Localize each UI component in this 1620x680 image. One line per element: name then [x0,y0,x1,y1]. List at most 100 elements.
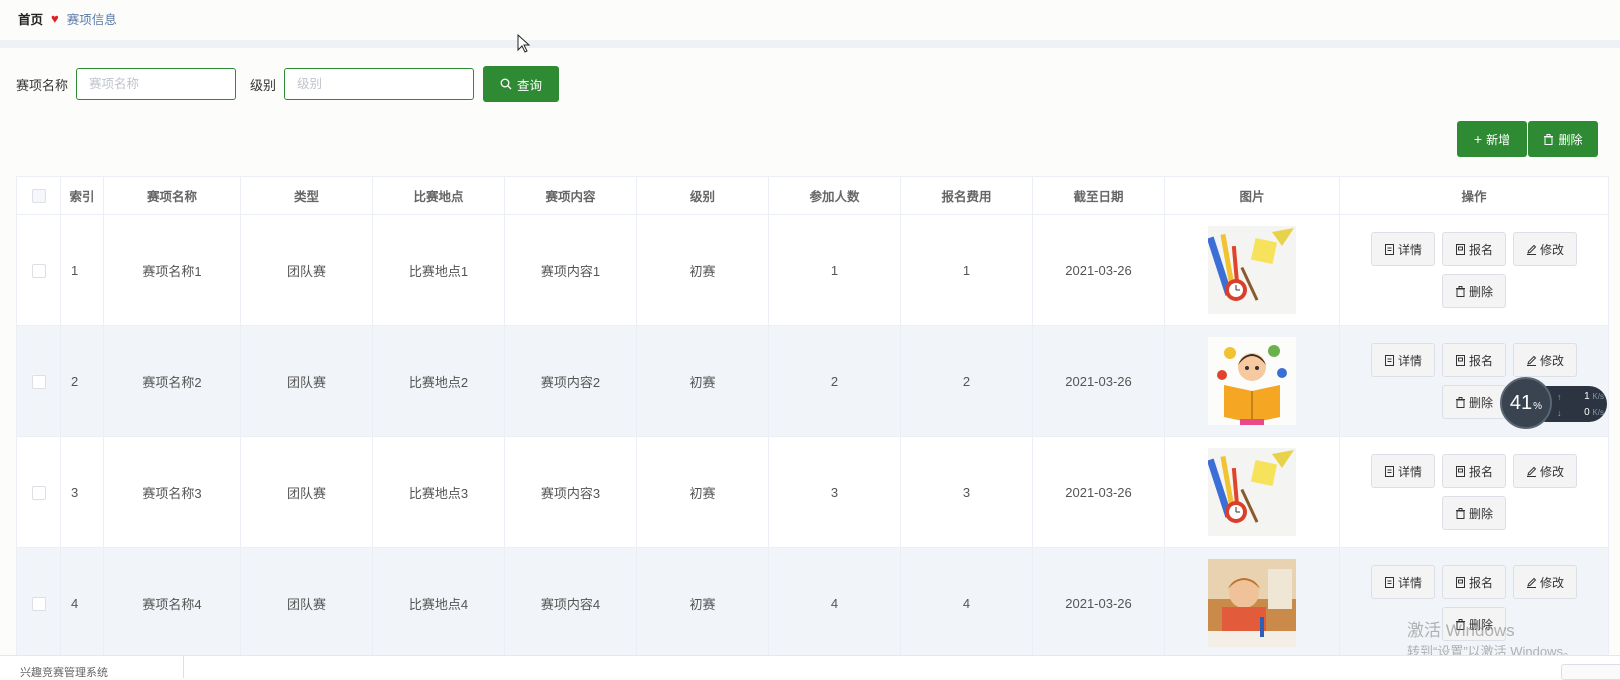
row-delete-button[interactable]: 删除 [1442,385,1506,419]
form-icon [1455,243,1465,255]
cell-participants: 2 [768,325,901,437]
search-icon [500,78,512,90]
cell-actions: 详情 报名 修改删除 [1339,214,1609,326]
document-icon [1384,576,1394,588]
row-delete-button[interactable]: 删除 [1442,496,1506,530]
query-button[interactable]: 查询 [483,66,560,102]
signup-button[interactable]: 报名 [1442,565,1506,599]
upload-speed: 1 K/s [1584,391,1604,402]
edit-button-label: 修改 [1539,575,1564,590]
row-select-cell [16,214,61,326]
trash-icon [1544,133,1554,145]
edit-button[interactable]: 修改 [1513,343,1577,377]
level-search-input[interactable] [284,68,475,100]
query-button-label: 查询 [517,78,543,93]
cell-location: 比赛地点3 [372,436,505,548]
cell-name: 赛项名称1 [103,214,241,326]
heart-icon: ♥ [51,10,59,26]
cell-index: 3 [60,436,104,548]
taskbar-item[interactable]: 兴趣竞赛管理系统 [20,664,108,680]
download-speed: 0 K/s [1584,407,1604,418]
row-delete-button[interactable]: 删除 [1442,274,1506,308]
edit-icon [1526,244,1537,255]
signup-button[interactable]: 报名 [1442,232,1506,266]
cell-content: 赛项内容4 [504,547,637,659]
row-delete-button-label: 删除 [1468,395,1493,410]
windows-activation-watermark: 激活 Windows 转到“设置”以激活 Windows。 [1407,620,1576,660]
cell-type: 团队赛 [240,436,373,548]
cell-type: 团队赛 [240,325,373,437]
row-action-group: 详情 报名 修改删除 [1369,232,1579,308]
plus-icon: + [1473,131,1483,147]
header-divider [0,40,1620,48]
edit-button-label: 修改 [1539,353,1564,368]
cell-level: 初赛 [636,547,769,659]
row-delete-button-label: 删除 [1468,506,1493,521]
form-icon [1455,354,1465,366]
cell-participants: 4 [768,547,901,659]
edit-button[interactable]: 修改 [1513,454,1577,488]
edit-icon [1526,466,1537,477]
header-type: 类型 [240,176,373,215]
cell-fee: 4 [900,547,1033,659]
select-all-checkbox[interactable] [31,188,46,203]
cell-index: 1 [60,214,104,326]
header-location: 比赛地点 [372,176,505,215]
trash-icon [1455,396,1465,408]
row-select-cell [16,325,61,437]
breadcrumb: 首页 ♥ 赛项信息 [18,8,117,28]
edit-button[interactable]: 修改 [1513,232,1577,266]
edit-button-label: 修改 [1539,242,1564,257]
cell-location: 比赛地点2 [372,325,505,437]
breadcrumb-home[interactable]: 首页 [18,9,43,28]
detail-button[interactable]: 详情 [1371,565,1435,599]
row-checkbox[interactable] [31,263,46,278]
cell-content: 赛项内容1 [504,214,637,326]
cell-location: 比赛地点4 [372,547,505,659]
header-name: 赛项名称 [103,176,241,215]
trash-icon [1455,285,1465,297]
row-checkbox[interactable] [31,596,46,611]
student-classroom-photo-image [1208,559,1296,647]
cell-name: 赛项名称2 [103,325,241,437]
batch-delete-button-label: 删除 [1558,132,1583,147]
trash-icon [1455,507,1465,519]
taskbar-separator [183,656,184,678]
network-speed-widget[interactable]: 41% ↑ ↓ 1 K/s 0 K/s [1500,375,1607,431]
row-delete-button-label: 删除 [1468,284,1493,299]
stationery-clipart-image [1208,448,1296,536]
cell-image [1164,325,1340,437]
form-icon [1455,576,1465,588]
document-icon [1384,354,1394,366]
cell-deadline: 2021-03-26 [1032,214,1165,326]
header-content: 赛项内容 [504,176,637,215]
detail-button[interactable]: 详情 [1371,343,1435,377]
breadcrumb-current[interactable]: 赛项信息 [67,9,117,28]
cpu-usage-value: 41% [1509,391,1543,414]
cell-fee: 3 [900,436,1033,548]
cell-type: 团队赛 [240,547,373,659]
cell-fee: 2 [900,325,1033,437]
detail-button[interactable]: 详情 [1371,454,1435,488]
name-search-input[interactable] [76,68,237,100]
detail-button[interactable]: 详情 [1371,232,1435,266]
row-action-group: 详情 报名 修改删除 [1369,454,1579,530]
cell-type: 团队赛 [240,214,373,326]
bottom-taskbar: 兴趣竞赛管理系统 [0,655,1620,680]
row-select-cell [16,547,61,659]
form-icon [1455,465,1465,477]
add-button-label: 新增 [1486,132,1511,147]
batch-delete-button[interactable]: 删除 [1528,121,1598,157]
cell-content: 赛项内容2 [504,325,637,437]
row-checkbox[interactable] [31,374,46,389]
edit-button[interactable]: 修改 [1513,565,1577,599]
add-button[interactable]: + 新增 [1457,121,1527,157]
signup-button[interactable]: 报名 [1442,454,1506,488]
signup-button[interactable]: 报名 [1442,343,1506,377]
edit-button-label: 修改 [1539,464,1564,479]
level-label: 级别 [250,77,277,93]
row-checkbox[interactable] [31,485,46,500]
signup-button-label: 报名 [1468,464,1493,479]
header-fee: 报名费用 [900,176,1033,215]
taskbar-button[interactable] [1561,664,1620,680]
